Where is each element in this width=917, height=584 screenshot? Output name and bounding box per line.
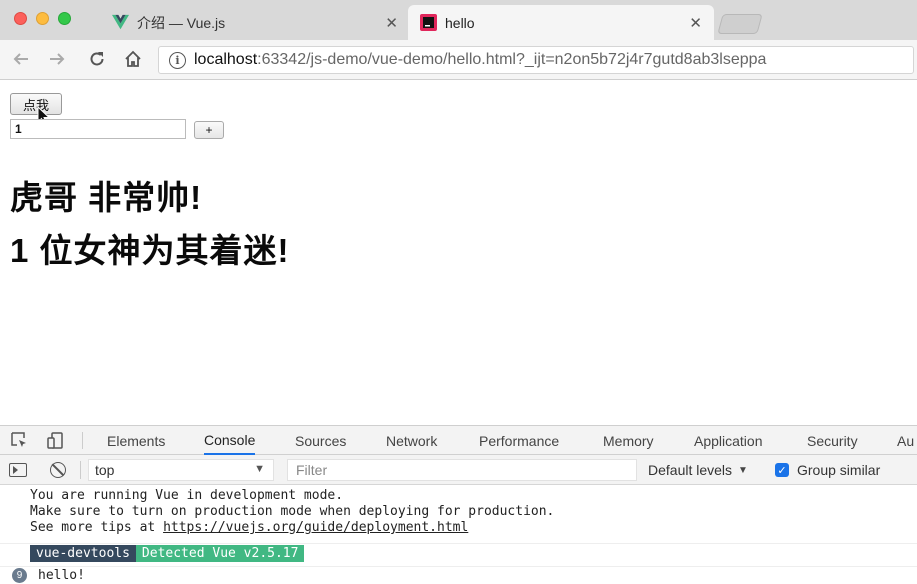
minimize-window-button[interactable]: [36, 12, 49, 25]
info-icon[interactable]: i: [169, 51, 186, 69]
divider: [82, 432, 83, 449]
back-arrow-icon[interactable]: [10, 48, 32, 70]
browser-tab-strip: 介绍 — Vue.js ✕ hello ✕: [0, 0, 917, 40]
click-me-button[interactable]: 点我: [10, 93, 62, 115]
browser-toolbar: i localhost:63342/js-demo/vue-demo/hello…: [0, 40, 917, 80]
reload-icon[interactable]: [86, 48, 108, 70]
vue-devtools-badge: vue-devtools Detected Vue v2.5.17: [30, 545, 305, 562]
tab-console[interactable]: Console: [204, 426, 256, 455]
filter-input[interactable]: Filter: [287, 459, 637, 481]
devtools-tab-bar: Elements Console Sources Network Perform…: [0, 426, 917, 455]
tab-title: hello: [445, 14, 475, 31]
tab-hello[interactable]: hello ✕: [408, 5, 714, 40]
new-tab-button[interactable]: [717, 14, 763, 34]
close-window-button[interactable]: [14, 12, 27, 25]
group-similar-label: Group similar: [797, 462, 881, 478]
headline-line2: 1 位女神为其着迷!: [10, 232, 290, 269]
tab-audits[interactable]: Au: [897, 426, 914, 455]
dropdown-arrow-icon: ▼: [738, 464, 748, 476]
log-levels-dropdown[interactable]: Default levels ▼: [648, 459, 748, 481]
vue-logo-icon: [112, 14, 129, 31]
tab-network[interactable]: Network: [386, 426, 437, 455]
log-levels-label: Default levels: [648, 462, 733, 478]
device-toolbar-icon[interactable]: [46, 431, 64, 449]
context-value: top: [95, 462, 115, 478]
badge-status: Detected Vue v2.5.17: [135, 545, 305, 562]
console-message-hello: hello!: [0, 566, 917, 584]
inspect-element-icon[interactable]: [10, 431, 28, 448]
badge-label: vue-devtools: [30, 545, 136, 562]
tab-application[interactable]: Application: [694, 426, 763, 455]
message-text: You are running Vue in development mode.: [30, 488, 344, 503]
webstorm-icon: [420, 14, 437, 31]
count-input[interactable]: 1: [10, 119, 186, 139]
increment-button[interactable]: +: [194, 121, 224, 139]
dropdown-arrow-icon: ▼: [254, 463, 265, 475]
context-select[interactable]: top ▼: [88, 459, 274, 481]
divider: [80, 461, 81, 479]
deployment-link[interactable]: https://vuejs.org/guide/deployment.html: [163, 520, 468, 535]
forward-arrow-icon[interactable]: [46, 48, 68, 70]
tab-title: 介绍 — Vue.js: [137, 14, 226, 31]
tab-memory[interactable]: Memory: [603, 426, 654, 455]
address-bar[interactable]: i localhost:63342/js-demo/vue-demo/hello…: [158, 46, 914, 74]
show-sidebar-icon[interactable]: [9, 463, 27, 477]
message-text: Make sure to turn on production mode whe…: [30, 504, 555, 519]
url-path: :63342/js-demo/vue-demo/hello.html?_ijt=…: [257, 51, 767, 68]
url-host: localhost: [194, 51, 258, 68]
message-text: See more tips at: [30, 520, 164, 535]
console-toolbar: top ▼ Filter Default levels ▼ ✓ Group si…: [0, 455, 917, 485]
maximize-window-button[interactable]: [58, 12, 71, 25]
tab-elements[interactable]: Elements: [107, 426, 165, 455]
close-tab-icon[interactable]: ✕: [385, 14, 398, 32]
tab-vue-docs[interactable]: 介绍 — Vue.js ✕: [100, 5, 410, 40]
tab-security[interactable]: Security: [807, 426, 858, 455]
home-icon[interactable]: [122, 48, 144, 70]
devtools-panel: Elements Console Sources Network Perform…: [0, 425, 917, 584]
console-messages: You are running Vue in development mode.…: [0, 486, 917, 584]
page-content: 点我 1 + 虎哥 非常帅! 1 位女神为其着迷!: [0, 81, 917, 425]
tab-sources[interactable]: Sources: [295, 426, 346, 455]
console-message-vue-dev: You are running Vue in development mode.…: [0, 488, 917, 544]
headline-line1: 虎哥 非常帅!: [10, 179, 203, 216]
tab-performance[interactable]: Performance: [479, 426, 559, 455]
clear-console-icon[interactable]: [50, 462, 66, 478]
close-tab-icon[interactable]: ✕: [689, 14, 702, 32]
group-similar-checkbox[interactable]: ✓: [775, 463, 789, 477]
